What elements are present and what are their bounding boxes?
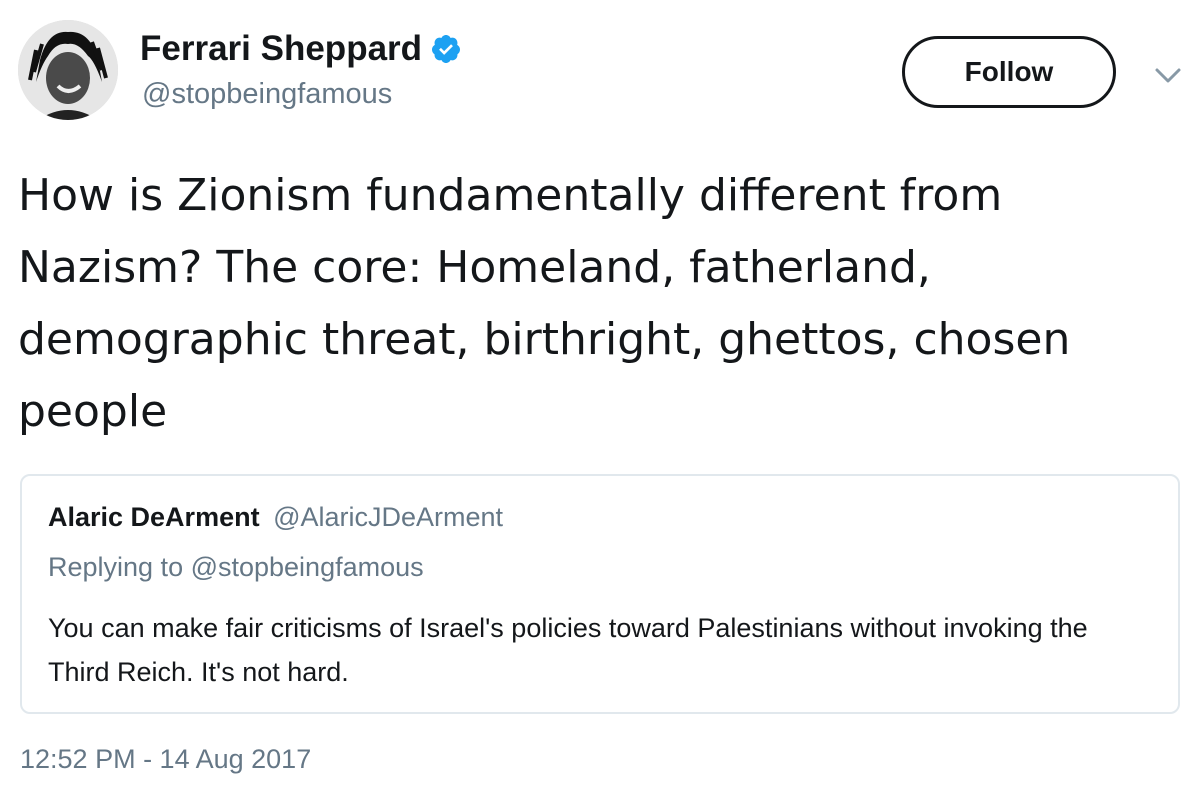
tweet: Ferrari Sheppard @stopbeingfamous Follow… — [0, 0, 1200, 796]
tweet-text: How is Zionism fundamentally different f… — [18, 170, 1071, 437]
author-handle[interactable]: @stopbeingfamous — [142, 78, 392, 111]
quoted-tweet-text: You can make fair criticisms of Israel's… — [48, 613, 1088, 687]
quoted-author-handle: @AlaricJDeArment — [273, 502, 504, 532]
replying-to-label: Replying to @stopbeingfamous — [48, 552, 424, 582]
chevron-down-icon[interactable] — [1152, 64, 1184, 86]
quoted-author-name: Alaric DeArment — [48, 502, 260, 532]
avatar[interactable] — [18, 20, 118, 120]
author-name-row: Ferrari Sheppard — [140, 24, 462, 74]
profile-photo — [18, 20, 118, 120]
verified-badge-icon — [432, 35, 461, 63]
quoted-tweet-header: Alaric DeArment @AlaricJDeArment — [48, 502, 503, 533]
tweet-timestamp[interactable]: 12:52 PM - 14 Aug 2017 — [20, 744, 311, 775]
quoted-tweet-card[interactable]: Alaric DeArment @AlaricJDeArment Replyin… — [20, 474, 1180, 714]
follow-button[interactable]: Follow — [902, 36, 1116, 108]
author-display-name[interactable]: Ferrari Sheppard — [140, 29, 422, 69]
